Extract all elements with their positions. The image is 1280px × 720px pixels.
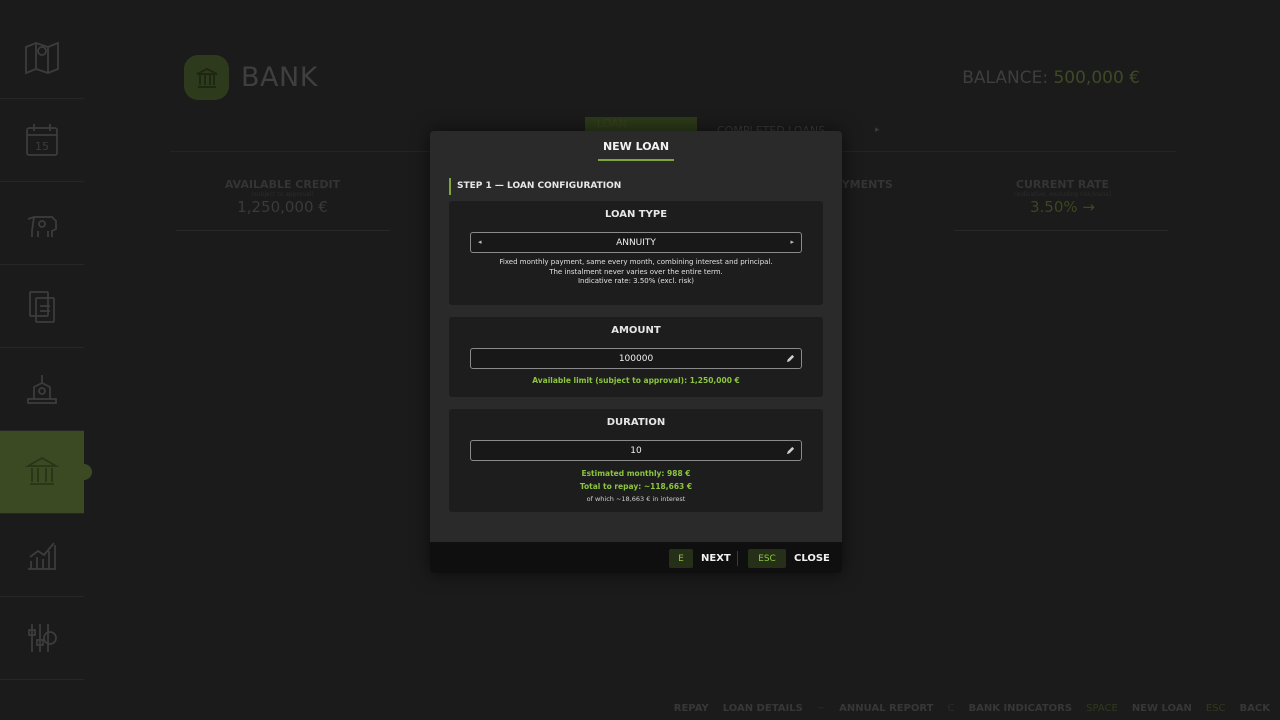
balance-value: 500,000 € (1053, 68, 1140, 88)
hint-repay[interactable]: REPAY (674, 703, 709, 714)
statistics-icon (28, 542, 56, 570)
hint-key: C (947, 703, 955, 714)
stat-divider (176, 230, 390, 231)
loan-type-rate: Indicative rate: 3.50% (excl. risk) (577, 277, 695, 285)
hint-bank-indicators[interactable]: BANK INDICATORS (968, 703, 1072, 714)
stat-label: AVAILABLE CREDIT (224, 178, 341, 191)
map-icon (25, 41, 59, 75)
hint-back[interactable]: BACK (1240, 703, 1270, 714)
bank-icon (24, 456, 60, 485)
loan-type-description: Fixed monthly payment, same every month,… (449, 258, 823, 287)
stat-value: 1,250,000 € (237, 198, 328, 216)
close-button[interactable]: CLOSE (794, 553, 830, 564)
balance-label: BALANCE: (962, 68, 1049, 88)
total-to-repay: Total to repay: ~118,663 € (579, 482, 693, 491)
hint-new-loan[interactable]: NEW LOAN (1132, 703, 1192, 714)
sidebar-item-calendar[interactable]: 15 (0, 99, 84, 182)
arrow-right-icon[interactable]: ▸ (790, 238, 794, 246)
loan-type-desc-line: Fixed monthly payment, same every month,… (499, 258, 773, 266)
stat-divider (954, 230, 1168, 231)
stat-sub: (indicative, excluding risk/loans) (1013, 191, 1112, 198)
loan-type-desc-line: The instalment never varies over the ent… (549, 267, 723, 276)
sidebar-item-animals[interactable] (0, 182, 84, 265)
hint-key: ESC (1205, 703, 1226, 714)
production-icon (27, 375, 57, 404)
hint-loan-details[interactable]: LOAN DETAILS (723, 703, 803, 714)
stat-sub: (subject to approval) (251, 191, 314, 198)
sidebar-item-contracts[interactable] (0, 265, 84, 348)
dialog-footer: E NEXT ESC CLOSE (430, 542, 842, 573)
bank-logo (184, 55, 229, 100)
loan-type-selector[interactable]: ◂ ANNUITY ▸ (470, 232, 802, 253)
next-key[interactable]: E (669, 549, 693, 568)
amount-value: 100000 (618, 353, 654, 364)
duration-title: DURATION (606, 417, 666, 428)
loan-type-value: ANNUITY (616, 237, 656, 248)
amount-title: AMOUNT (611, 325, 661, 336)
sidebar-item-bank[interactable] (0, 431, 92, 514)
contracts-icon (29, 291, 55, 323)
active-indicator (76, 464, 92, 480)
hint-annual-report[interactable]: ANNUAL REPORT (839, 703, 933, 714)
sidebar-item-statistics[interactable] (0, 514, 84, 597)
duration-panel: DURATION 10 Estimated monthly: 988 € Tot… (449, 409, 823, 512)
hint-key: ~ (816, 703, 826, 714)
sidebar: 15 (0, 0, 92, 720)
interest-note: of which ~18,663 € in interest (586, 495, 686, 503)
calendar-icon: 15 (26, 124, 58, 156)
loan-type-panel: LOAN TYPE ◂ ANNUITY ▸ Fixed monthly paym… (449, 201, 823, 305)
footer-divider (737, 551, 738, 566)
estimated-monthly: Estimated monthly: 988 € (581, 469, 691, 478)
sidebar-item-settings[interactable] (0, 597, 84, 680)
pencil-icon[interactable] (786, 354, 795, 363)
next-button[interactable]: NEXT (701, 553, 731, 564)
bank-icon (196, 67, 217, 88)
stat-available-credit: AVAILABLE CREDIT (subject to approval) 1… (200, 178, 365, 216)
duration-input[interactable]: 10 (470, 440, 802, 461)
amount-panel: AMOUNT 100000 Available limit (subject t… (449, 317, 823, 397)
arrow-left-icon[interactable]: ◂ (478, 238, 482, 246)
close-key[interactable]: ESC (748, 549, 786, 568)
duration-value: 10 (630, 445, 642, 456)
calendar-day: 15 (35, 140, 49, 153)
amount-limit: Available limit (subject to approval): 1… (532, 376, 740, 385)
sidebar-item-map[interactable] (0, 16, 84, 99)
loan-type-title: LOAN TYPE (604, 209, 668, 220)
dialog-title: NEW LOAN (602, 140, 670, 153)
stat-value: 3.50% → (1030, 198, 1095, 216)
sidebar-item-production[interactable] (0, 348, 84, 431)
cow-icon (27, 216, 57, 237)
balance: BALANCE: 500,000 € (962, 68, 1140, 88)
page-title: BANK (241, 62, 318, 93)
stat-label: CURRENT RATE (1015, 178, 1110, 191)
title-underline (598, 159, 674, 161)
settings-icon (28, 624, 57, 652)
tabs-next-arrow[interactable]: ▸ (875, 125, 880, 135)
bottom-hints: REPAY LOAN DETAILS ~ ANNUAL REPORT C BAN… (674, 703, 1270, 714)
pencil-icon[interactable] (786, 446, 795, 455)
new-loan-dialog: NEW LOAN STEP 1 — LOAN CONFIGURATION LOA… (430, 131, 842, 573)
step-header: STEP 1 — LOAN CONFIGURATION (449, 178, 621, 195)
amount-input[interactable]: 100000 (470, 348, 802, 369)
stat-current-rate: CURRENT RATE (indicative, excluding risk… (980, 178, 1145, 216)
hint-key: SPACE (1086, 703, 1118, 714)
